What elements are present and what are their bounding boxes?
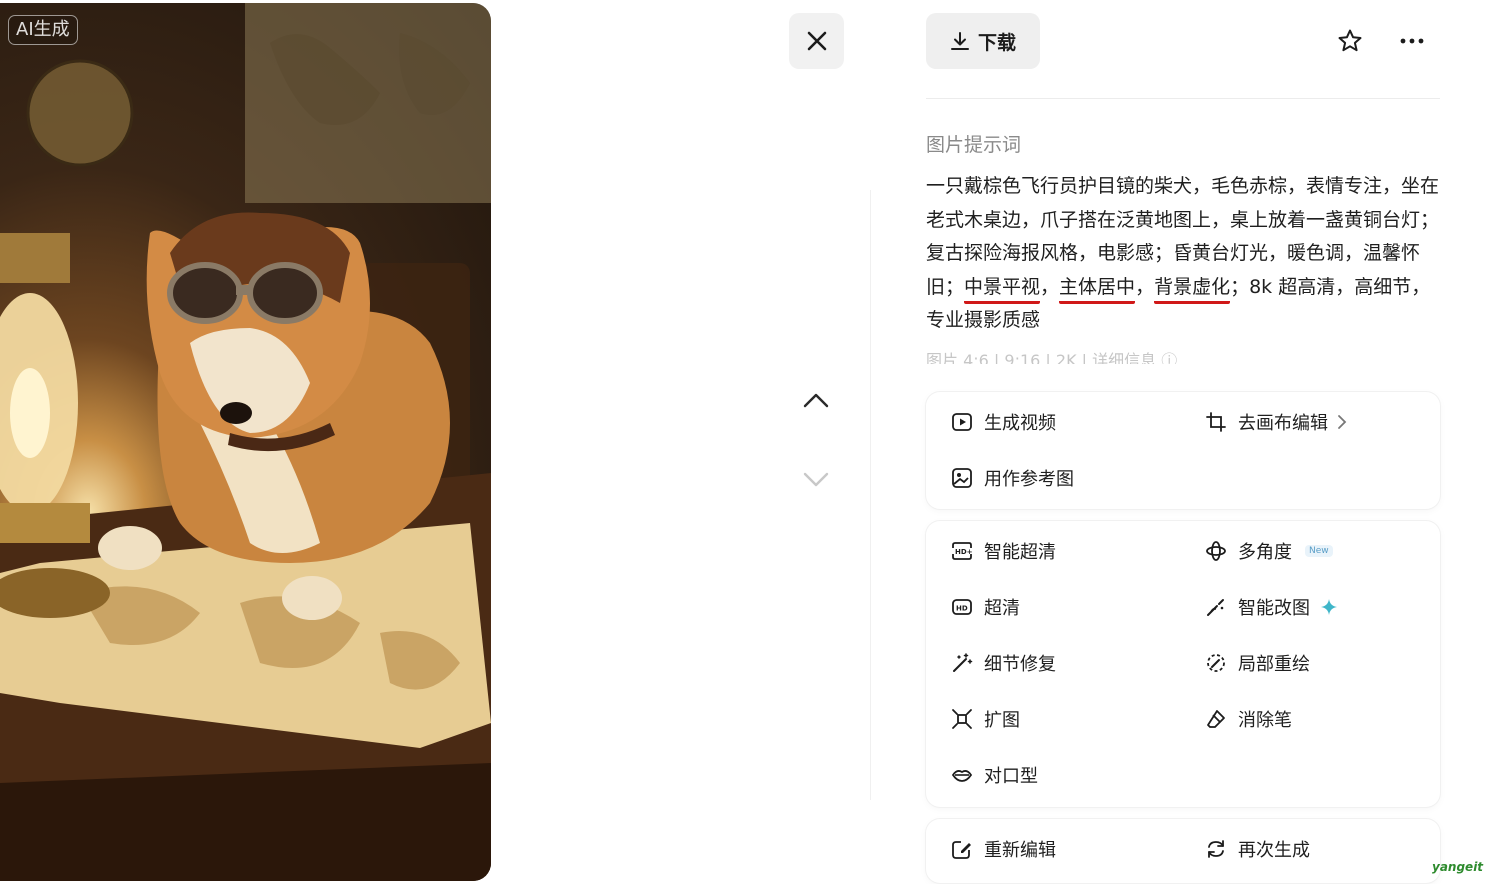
watermark: yangeit — [1432, 860, 1484, 874]
ai-generated-badge: AI生成 — [8, 15, 78, 45]
expand-label: 扩图 — [984, 710, 1020, 731]
new-badge: New — [1305, 545, 1333, 557]
canvas-edit-button[interactable]: 去画布编辑 — [1205, 407, 1347, 437]
download-icon — [950, 32, 969, 50]
regenerate-label: 再次生成 — [1238, 840, 1310, 861]
download-button[interactable]: 下载 — [926, 13, 1040, 69]
close-icon — [807, 31, 826, 51]
eraser-label: 消除笔 — [1238, 710, 1292, 731]
expand-icon — [952, 709, 972, 729]
image-meta-info[interactable]: 图片 4:6 | 9:16 | 2K | 详细信息 ⓘ — [926, 350, 1440, 364]
app-root: AI生成 下载 图片提示词 一只戴棕色飞行员护目镜的柴犬，毛色赤棕，表情专注，坐… — [0, 0, 1486, 884]
eraser-icon — [1207, 710, 1225, 728]
hd-icon: HD — [952, 599, 972, 615]
more-icon — [1400, 38, 1424, 44]
lip-sync-label: 对口型 — [984, 766, 1038, 787]
hd-label: 超清 — [984, 598, 1020, 619]
refresh-icon — [1208, 840, 1224, 858]
smart-edit-label: 智能改图 — [1238, 598, 1310, 619]
prompt-underlined-2: 主体居中 — [1059, 273, 1136, 304]
sparkle-icon — [1321, 599, 1337, 615]
multi-angle-button[interactable]: 多角度 New — [1205, 536, 1333, 566]
smart-edit-button[interactable]: 智能改图 — [1205, 592, 1337, 622]
re-edit-label: 重新编辑 — [984, 840, 1056, 861]
canvas-edit-label: 去画布编辑 — [1238, 413, 1328, 434]
multi-angle-icon — [1206, 541, 1226, 561]
image-reference-icon — [952, 468, 972, 488]
hd-button[interactable]: HD 超清 — [951, 592, 1020, 622]
partial-redraw-icon — [1207, 654, 1225, 672]
video-play-icon — [952, 413, 972, 431]
smart-hd-label: 智能超清 — [984, 542, 1056, 563]
prompt-sep-1: ， — [1040, 275, 1060, 298]
edit-square-icon — [952, 841, 971, 859]
prompt-underlined-3: 背景虚化 — [1154, 273, 1231, 304]
re-edit-button[interactable]: 重新编辑 — [951, 834, 1056, 864]
partial-redraw-button[interactable]: 局部重绘 — [1205, 648, 1310, 678]
chevron-right-icon — [1338, 415, 1347, 429]
svg-text:HD: HD — [956, 605, 968, 613]
star-icon — [1338, 29, 1362, 52]
brush-edit-icon — [1207, 599, 1224, 616]
header-divider — [926, 98, 1440, 99]
lip-sync-button[interactable]: 对口型 — [951, 760, 1038, 790]
chevron-down-icon — [803, 472, 829, 487]
image-illustration — [0, 3, 491, 881]
smart-hd-button[interactable]: HD+ 智能超清 — [951, 536, 1056, 566]
chevron-up-icon — [803, 393, 829, 408]
generated-image[interactable]: AI生成 — [0, 3, 491, 881]
generate-video-button[interactable]: 生成视频 — [951, 407, 1056, 437]
previous-image-button[interactable] — [800, 384, 832, 416]
detail-repair-label: 细节修复 — [984, 654, 1056, 675]
prompt-text[interactable]: 一只戴棕色飞行员护目镜的柴犬，毛色赤棕，表情专注，坐在老式木桌边，爪子搭在泛黄地… — [926, 170, 1442, 338]
next-image-button[interactable] — [800, 464, 832, 496]
use-as-reference-label: 用作参考图 — [984, 469, 1074, 490]
hd-plus-icon: HD+ — [952, 542, 973, 560]
action-card-primary: 生成视频 去画布编辑 用作参考图 — [926, 392, 1440, 509]
use-as-reference-button[interactable]: 用作参考图 — [951, 463, 1074, 493]
detail-repair-button[interactable]: 细节修复 — [951, 648, 1056, 678]
crop-frame-icon — [1206, 412, 1226, 432]
partial-redraw-label: 局部重绘 — [1238, 654, 1310, 675]
action-card-tools: HD+ 智能超清 多角度 New HD 超清 智能改图 细节修复 局部重绘 扩图… — [926, 521, 1440, 807]
action-card-regenerate: 重新编辑 再次生成 — [926, 819, 1440, 883]
download-label: 下载 — [977, 31, 1016, 54]
favorite-button[interactable] — [1334, 25, 1366, 57]
regenerate-button[interactable]: 再次生成 — [1205, 834, 1310, 864]
lips-icon — [951, 770, 973, 782]
more-options-button[interactable] — [1396, 25, 1428, 57]
multi-angle-label: 多角度 — [1238, 542, 1292, 563]
prompt-underlined-1: 中景平视 — [964, 273, 1041, 304]
divider-vertical — [870, 190, 871, 800]
eraser-button[interactable]: 消除笔 — [1205, 704, 1292, 734]
generate-video-label: 生成视频 — [984, 413, 1056, 434]
prompt-title: 图片提示词 — [926, 134, 1022, 156]
expand-button[interactable]: 扩图 — [951, 704, 1020, 734]
magic-wand-icon — [953, 653, 973, 672]
svg-text:HD+: HD+ — [955, 548, 973, 556]
prompt-sep-2: ， — [1135, 275, 1155, 298]
close-button[interactable] — [789, 13, 844, 69]
